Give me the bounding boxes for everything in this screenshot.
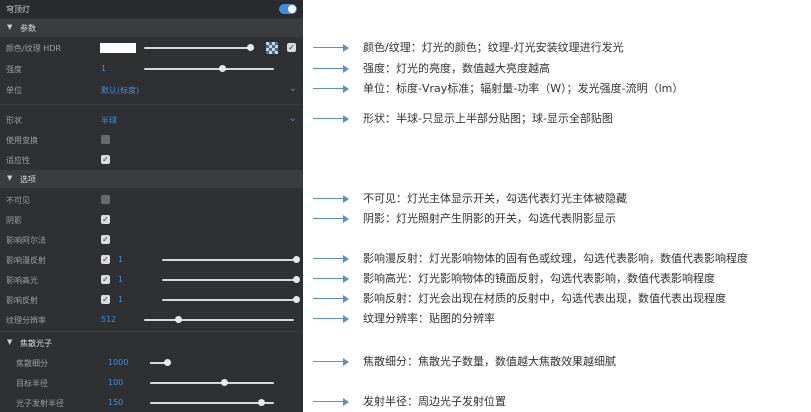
- annotation-text: 阴影：灯光照射产生阴影的开关，勾选代表阴影显示: [363, 212, 616, 225]
- panel-title: 穹顶灯: [6, 5, 30, 14]
- section-header-options[interactable]: ▼ 选项: [0, 170, 303, 188]
- annotation-text: 不可见：灯光主体显示开关，勾选代表灯光主体被隐藏: [363, 192, 627, 205]
- annotation-text: 形状：半球-只显示上半部分贴图；球-显示全部贴图: [363, 112, 613, 125]
- arrow-head-icon: [343, 65, 349, 73]
- arrow-head-icon: [343, 195, 349, 203]
- arrow-icon: [313, 198, 345, 199]
- row-use-transform: 使用变换: [0, 130, 303, 150]
- arrow-head-icon: [343, 358, 349, 366]
- row-affect-alpha: 影响阿尔法 ✓: [0, 230, 303, 250]
- arrow-icon: [313, 88, 345, 89]
- triangle-down-icon: ▼: [7, 23, 13, 31]
- row-target-radius: 目标半径 100: [0, 373, 303, 393]
- annotation-text: 影响高光：灯光影响物体的镜面反射，勾选代表影响，数值代表影响程度: [363, 272, 715, 285]
- section-title: 参数: [20, 24, 36, 33]
- section-title: 选项: [20, 175, 36, 184]
- affect-alpha-label: 影响阿尔法: [6, 236, 46, 245]
- divider: [0, 331, 303, 332]
- annotation-intensity: 强度：灯光的亮度，数值越大亮度越高: [0, 61, 811, 77]
- annotation-affect-specular: 影响高光：灯光影响物体的镜面反射，勾选代表影响，数值代表影响程度: [0, 271, 811, 287]
- annotation-shape: 形状：半球-只显示上半部分贴图；球-显示全部贴图: [0, 111, 811, 127]
- arrow-head-icon: [343, 398, 349, 406]
- arrow-head-icon: [343, 315, 349, 323]
- arrow-icon: [313, 401, 345, 402]
- annotation-text: 影响漫反射：灯光影响物体的固有色或纹理，勾选代表影响，数值代表影响程度: [363, 252, 748, 265]
- panel-title-bar: 穹顶灯: [0, 0, 303, 18]
- arrow-head-icon: [343, 215, 349, 223]
- enable-toggle[interactable]: [279, 4, 297, 14]
- arrow-head-icon: [343, 255, 349, 263]
- annotation-text: 影响反射：灯光会出现在材质的反射中，勾选代表出现，数值代表出现程度: [363, 292, 726, 305]
- adaptive-label: 适应性: [6, 156, 30, 165]
- triangle-down-icon: ▼: [7, 174, 13, 182]
- arrow-icon: [313, 318, 345, 319]
- target-radius-slider[interactable]: [150, 379, 274, 386]
- arrow-icon: [313, 361, 345, 362]
- target-radius-value[interactable]: 100: [108, 378, 123, 387]
- arrow-icon: [313, 47, 345, 48]
- annotation-affect-diffuse: 影响漫反射：灯光影响物体的固有色或纹理，勾选代表影响，数值代表影响程度: [0, 251, 811, 267]
- annotation-text: 颜色/纹理：灯光的颜色；纹理-灯光安装纹理进行发光: [363, 41, 624, 54]
- section-header-params[interactable]: ▼ 参数: [0, 19, 303, 37]
- annotation-text: 强度：灯光的亮度，数值越大亮度越高: [363, 62, 550, 75]
- annotation-unit: 单位：标度-Vray标准；辐射量-功率（W）；发光强度-流明（lm）: [0, 81, 811, 97]
- annotation-color: 颜色/纹理：灯光的颜色；纹理-灯光安装纹理进行发光: [0, 40, 811, 56]
- annotation-shadow: 阴影：灯光照射产生阴影的开关，勾选代表阴影显示: [0, 211, 811, 227]
- divider: [0, 104, 303, 105]
- arrow-icon: [313, 118, 345, 119]
- row-adaptive: 适应性 ✓: [0, 150, 303, 170]
- arrow-head-icon: [343, 44, 349, 52]
- arrow-head-icon: [343, 115, 349, 123]
- annotation-invisible: 不可见：灯光主体显示开关，勾选代表灯光主体被隐藏: [0, 191, 811, 207]
- annotation-text: 焦散细分：焦散光子数量，数值越大焦散效果越细腻: [363, 355, 616, 368]
- adaptive-checkbox[interactable]: ✓: [101, 155, 110, 164]
- annotation-text: 纹理分辨率：贴图的分辨率: [363, 312, 495, 325]
- annotation-texture-resolution: 纹理分辨率：贴图的分辨率: [0, 311, 811, 327]
- triangle-down-icon: ▼: [7, 338, 13, 346]
- annotation-text: 单位：标度-Vray标准；辐射量-功率（W）；发光强度-流明（lm）: [363, 82, 684, 95]
- arrow-icon: [313, 218, 345, 219]
- section-header-caustics[interactable]: ▼ 焦散光子: [0, 334, 303, 352]
- affect-alpha-checkbox[interactable]: ✓: [101, 235, 110, 244]
- annotation-caustic-subdiv: 焦散细分：焦散光子数量，数值越大焦散效果越细腻: [0, 354, 811, 370]
- arrow-head-icon: [343, 295, 349, 303]
- arrow-icon: [313, 258, 345, 259]
- arrow-head-icon: [343, 275, 349, 283]
- arrow-head-icon: [343, 85, 349, 93]
- annotation-emit-radius: 发射半径：周边光子发射位置: [0, 394, 811, 410]
- slider-knob[interactable]: [220, 379, 228, 386]
- use-transform-checkbox[interactable]: [101, 135, 110, 144]
- annotation-text: 发射半径：周边光子发射位置: [363, 395, 506, 408]
- arrow-icon: [313, 298, 345, 299]
- use-transform-label: 使用变换: [6, 136, 38, 145]
- target-radius-label: 目标半径: [16, 379, 48, 388]
- annotation-affect-reflection: 影响反射：灯光会出现在材质的反射中，勾选代表出现，数值代表出现程度: [0, 291, 811, 307]
- arrow-icon: [313, 278, 345, 279]
- section-title: 焦散光子: [20, 339, 52, 348]
- arrow-icon: [313, 68, 345, 69]
